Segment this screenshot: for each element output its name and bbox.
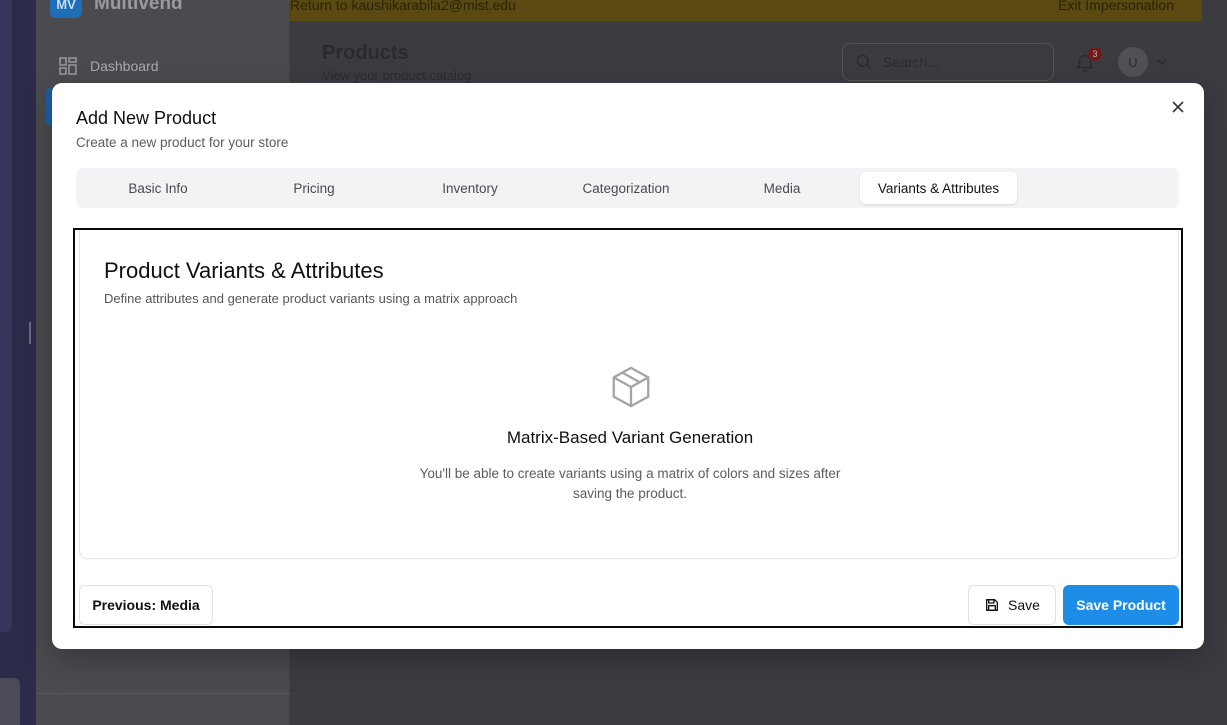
save-icon [986,599,999,611]
dashboard-grid-icon [59,57,77,75]
tab-panel: Product Variants & Attributes Define att… [73,228,1183,628]
brand[interactable]: MV Multivend [50,0,183,18]
save-button-label: Save [1008,597,1040,613]
resize-handle[interactable] [29,322,31,344]
page-title: Products [322,42,409,64]
brand-name: Multivend [94,0,183,14]
sidebar-item-dashboard[interactable]: Dashboard [58,56,159,76]
outer-rail [0,0,36,725]
empty-state-description: You'll be able to create variants using … [419,466,841,501]
page-subtitle: View your product catalog [322,68,472,83]
variants-card: Product Variants & Attributes Define att… [79,230,1179,559]
search-input[interactable]: Search... [842,43,1054,81]
tab-basic-info[interactable]: Basic Info [80,172,236,204]
empty-state-title: Matrix-Based Variant Generation [506,428,754,447]
impersonation-banner: Return to kaushikarabila2@mist.edu Exit … [290,0,1202,21]
outer-bottom-button[interactable] [0,678,20,725]
exit-impersonation-button[interactable]: Exit Impersonation [1058,0,1174,13]
close-icon[interactable] [1170,99,1186,115]
sidebar-item-label: Dashboard [90,58,159,74]
search-placeholder: Search... [883,54,940,70]
tab-inventory[interactable]: Inventory [392,172,548,204]
previous-button[interactable]: Previous: Media [79,585,213,625]
dialog-title: Add New Product [76,108,217,128]
avatar[interactable]: U [1118,47,1148,77]
tab-media[interactable]: Media [704,172,860,204]
tab-categorization[interactable]: Categorization [548,172,704,204]
outer-panel-edge [0,0,12,632]
search-icon [856,54,872,70]
tab-pricing[interactable]: Pricing [236,172,392,204]
section-description: Define attributes and generate product v… [104,291,518,306]
tab-variants-attributes[interactable]: Variants & Attributes [860,172,1017,204]
dialog-description: Create a new product for your store [76,135,289,150]
tab-list: Basic Info Pricing Inventory Categorizat… [76,168,1179,208]
section-title: Product Variants & Attributes [104,258,384,283]
package-box-icon [612,366,650,408]
brand-logo: MV [50,0,82,18]
sidebar-footer [36,693,290,725]
chevron-down-icon[interactable] [1156,56,1168,68]
add-product-dialog: Add New Product Create a new product for… [52,83,1204,649]
save-product-button[interactable]: Save Product [1063,585,1179,625]
save-button[interactable]: Save [968,585,1056,625]
notification-badge: 3 [1088,47,1102,61]
impersonation-text: Return to kaushikarabila2@mist.edu [290,0,516,13]
